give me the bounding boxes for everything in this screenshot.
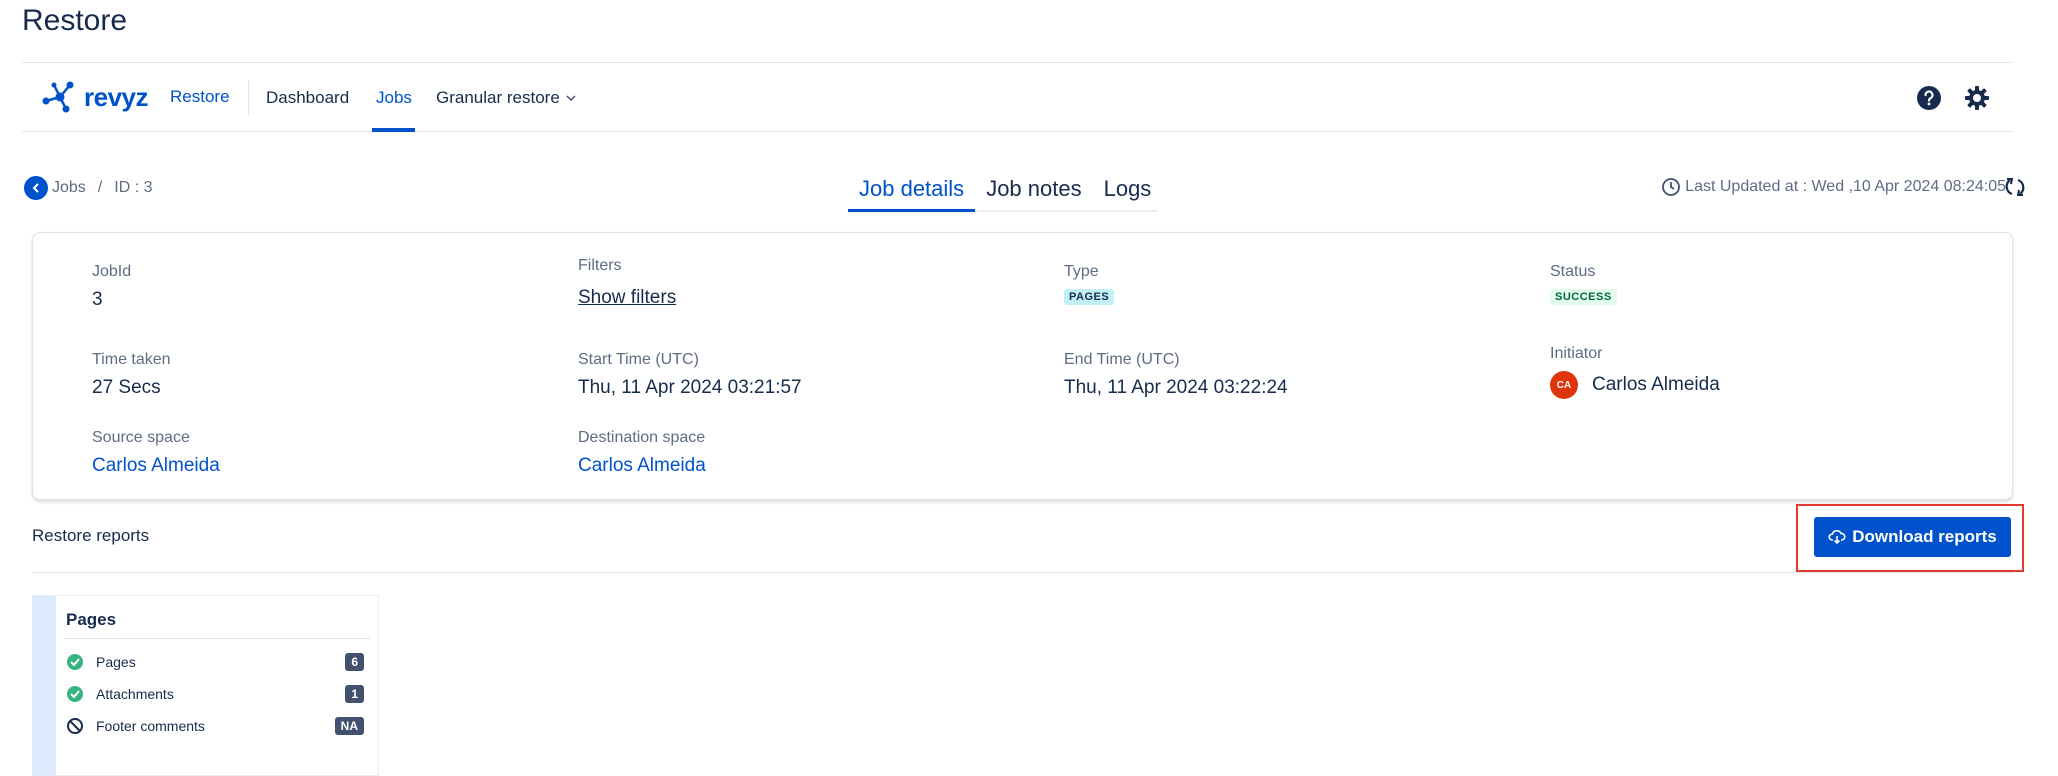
- pages-report-card: Pages Pages 6 Attachments 1 Footer comme…: [32, 595, 379, 776]
- job-tabs: Job details Job notes Logs: [848, 170, 1158, 212]
- list-item: Attachments 1: [66, 682, 364, 706]
- field-label: Filters: [578, 257, 622, 274]
- nav-item-granular-restore[interactable]: Granular restore: [436, 88, 577, 108]
- chevron-left-icon: [32, 183, 39, 193]
- field-label: Time taken: [92, 351, 171, 368]
- list-item: Footer comments NA: [66, 714, 364, 738]
- field-label: Status: [1550, 263, 1596, 280]
- cloud-download-icon: [1828, 529, 1846, 545]
- status-badge: SUCCESS: [1550, 289, 1617, 305]
- reports-divider: [32, 572, 2014, 573]
- back-button[interactable]: [24, 176, 48, 200]
- pages-card-title: Pages: [66, 610, 117, 629]
- tab-job-details[interactable]: Job details: [848, 170, 976, 212]
- pages-card-divider: [64, 638, 370, 639]
- breadcrumb-jobs-link[interactable]: Jobs: [52, 179, 86, 197]
- blocked-icon: [67, 718, 83, 734]
- field-initiator: Initiator CA Carlos Almeida: [1550, 345, 1720, 399]
- download-reports-label: Download reports: [1852, 527, 1997, 546]
- restore-reports-header: Restore reports: [32, 526, 150, 545]
- settings-gear-icon[interactable]: [1964, 85, 1990, 111]
- nav-item-granular-restore-label: Granular restore: [436, 88, 560, 107]
- field-source-space: Source space Carlos Almeida: [92, 429, 220, 477]
- list-item: Pages 6: [66, 650, 364, 674]
- field-label: End Time (UTC): [1064, 351, 1180, 368]
- top-navbar: revyz Restore Dashboard Jobs Granular re…: [22, 62, 2014, 132]
- field-job-id: JobId 3: [92, 263, 131, 311]
- field-value: Thu, 11 Apr 2024 03:22:24: [1064, 377, 1288, 398]
- job-details-card: JobId 3 Filters Show filters Type PAGES …: [32, 232, 2013, 500]
- logo-text: revyz: [84, 81, 149, 112]
- field-value: Thu, 11 Apr 2024 03:21:57: [578, 377, 802, 398]
- clock-icon: [1662, 178, 1681, 196]
- tab-logs[interactable]: Logs: [1093, 170, 1158, 210]
- last-updated: Last Updated at : Wed ,10 Apr 2024 08:24…: [1661, 177, 2006, 197]
- page-title: Restore: [22, 4, 128, 37]
- field-label: Initiator: [1550, 345, 1603, 362]
- field-end-time: End Time (UTC) Thu, 11 Apr 2024 03:22:24: [1064, 351, 1288, 399]
- destination-space-link[interactable]: Carlos Almeida: [578, 455, 706, 477]
- field-time-taken: Time taken 27 Secs: [92, 351, 171, 399]
- nav-active-indicator: [372, 128, 415, 132]
- field-filters: Filters Show filters: [578, 257, 676, 309]
- field-label: Source space: [92, 429, 190, 446]
- row-count: 6: [345, 653, 364, 671]
- revyz-logo[interactable]: revyz: [40, 79, 149, 115]
- tab-job-notes[interactable]: Job notes: [975, 170, 1092, 210]
- field-type: Type PAGES: [1064, 263, 1115, 305]
- nav-item-jobs[interactable]: Jobs: [376, 88, 412, 108]
- field-label: Destination space: [578, 429, 706, 446]
- field-status: Status SUCCESS: [1550, 263, 1617, 305]
- nav-app-restore[interactable]: Restore: [170, 87, 230, 107]
- type-badge: PAGES: [1064, 289, 1115, 305]
- field-start-time: Start Time (UTC) Thu, 11 Apr 2024 03:21:…: [578, 351, 802, 399]
- breadcrumb-separator: /: [97, 179, 103, 196]
- field-label: JobId: [92, 263, 132, 280]
- row-count: NA: [334, 717, 364, 735]
- breadcrumb-current: ID : 3: [114, 179, 153, 196]
- field-value: 27 Secs: [92, 377, 161, 398]
- source-space-link[interactable]: Carlos Almeida: [92, 455, 220, 477]
- row-label: Attachments: [96, 686, 174, 702]
- field-value: 3: [92, 289, 103, 310]
- initiator-name: Carlos Almeida: [1592, 374, 1720, 395]
- row-count: 1: [345, 685, 364, 703]
- chevron-down-icon: [566, 95, 576, 102]
- field-destination-space: Destination space Carlos Almeida: [578, 429, 706, 477]
- check-circle-icon: [67, 686, 83, 702]
- help-icon[interactable]: [1916, 85, 1942, 111]
- show-filters-link[interactable]: Show filters: [578, 287, 676, 309]
- avatar: CA: [1550, 371, 1578, 399]
- nav-right-icons: [1916, 85, 1990, 111]
- check-circle-icon: [67, 654, 83, 670]
- breadcrumb: Jobs / ID : 3: [24, 176, 152, 200]
- revyz-logo-icon: [42, 81, 74, 113]
- field-label: Type: [1064, 263, 1099, 280]
- nav-item-dashboard[interactable]: Dashboard: [266, 88, 349, 108]
- row-label: Pages: [96, 654, 136, 670]
- download-reports-button[interactable]: Download reports: [1814, 517, 2011, 557]
- row-label: Footer comments: [96, 718, 205, 734]
- field-label: Start Time (UTC): [578, 351, 699, 368]
- last-updated-text: Last Updated at : Wed ,10 Apr 2024 08:24…: [1685, 178, 2006, 195]
- nav-divider: [248, 81, 249, 115]
- refresh-icon[interactable]: [2004, 176, 2026, 198]
